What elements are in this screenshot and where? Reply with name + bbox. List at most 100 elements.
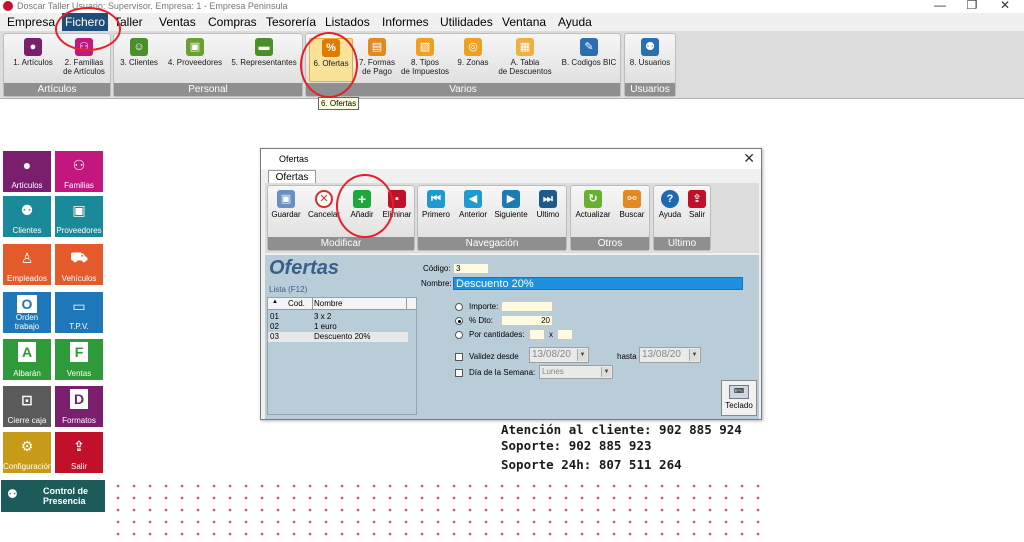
codigo-field[interactable]: 3	[453, 263, 489, 274]
pos-monitor-icon: ▭	[72, 297, 86, 314]
importe-field[interactable]	[501, 301, 553, 312]
buscar-button[interactable]: ⚯ Buscar	[615, 190, 649, 219]
zonas-button[interactable]: ◎ 9. Zonas	[454, 38, 492, 67]
list-item[interactable]: 01 3 x 2	[268, 312, 408, 322]
app-logo-icon	[3, 1, 13, 11]
tile-configuracion[interactable]: ⚙ Configuración	[3, 432, 52, 473]
presencia-label: Control de Presencia	[43, 486, 88, 506]
group-label-articulos: Artículos	[4, 83, 110, 96]
close-window-button[interactable]: ✕	[995, 0, 1015, 12]
menu-tesoreria[interactable]: Tesorería	[266, 15, 316, 29]
minimize-button[interactable]: —	[930, 0, 950, 12]
dialog-close-button[interactable]: ✕	[743, 150, 755, 167]
primero-button[interactable]: ⏮ Primero	[420, 190, 452, 219]
group-label-navegacion: Navegación	[418, 237, 566, 250]
help-icon: ?	[661, 190, 679, 208]
nombre-label: Nombre:	[421, 279, 452, 288]
menu-compras[interactable]: Compras	[208, 15, 257, 29]
validez-desde-picker[interactable]: 13/08/20 ▼	[529, 347, 589, 363]
importe-label: Importe:	[469, 302, 499, 311]
representantes-button[interactable]: ▬ 5. Representantes	[228, 38, 300, 67]
last-icon: ⏭	[539, 190, 557, 208]
proveedores-icon: ▣	[186, 38, 204, 56]
chevron-down-icon[interactable]: ▼	[601, 367, 611, 377]
tile-ventas[interactable]: F Ventas	[55, 339, 103, 380]
annotation-circle-fichero	[55, 7, 121, 51]
formas-pago-button[interactable]: ▤ 7. Formas de Pago	[356, 38, 398, 76]
tile-cierre-caja[interactable]: ⊡ Cierre caja	[3, 386, 51, 427]
worker-icon: ♙	[20, 249, 34, 266]
list-header: ▲ Cod. Nombre	[268, 298, 416, 310]
validez-hasta-picker[interactable]: 13/08/20 ▼	[639, 347, 701, 363]
cantidades-field-1[interactable]	[529, 329, 545, 340]
validez-checkbox[interactable]	[455, 353, 463, 361]
proveedores-button[interactable]: ▣ 4. Proveedores	[164, 38, 226, 67]
menu-informes[interactable]: Informes	[382, 15, 429, 29]
zones-icon: ◎	[464, 38, 482, 56]
tab-ofertas[interactable]: Ofertas	[268, 170, 316, 184]
keyboard-icon: ⌨	[729, 385, 749, 399]
chevron-down-icon[interactable]: ▼	[689, 349, 699, 361]
dto-radio[interactable]	[455, 317, 463, 325]
siguiente-button[interactable]: ▶ Siguiente	[492, 190, 530, 219]
tile-albaran[interactable]: A Albarán	[3, 339, 51, 380]
articulos-tile-icon: ●	[22, 157, 32, 173]
usuarios-button[interactable]: ⚉ 8. Usuarios	[627, 38, 673, 67]
hasta-label: hasta	[617, 352, 637, 361]
actualizar-button[interactable]: ↻ Actualizar	[573, 190, 613, 219]
ayuda-button[interactable]: ? Ayuda	[656, 190, 684, 219]
articulos-button[interactable]: ● 1. Artículos	[8, 38, 58, 67]
cantidades-radio[interactable]	[455, 331, 463, 339]
restore-button[interactable]: ❐	[962, 0, 982, 12]
lista-label: Lista (F12)	[269, 285, 308, 294]
guardar-button[interactable]: ▣ Guardar	[270, 190, 302, 219]
tile-proveedores[interactable]: ▣ Proveedores	[55, 196, 103, 237]
teclado-button[interactable]: ⌨ Teclado	[721, 380, 757, 416]
tile-empleados[interactable]: ♙ Empleados	[3, 244, 51, 285]
anterior-button[interactable]: ◀ Anterior	[456, 190, 490, 219]
tabla-descuentos-button[interactable]: ▦ A. Tabla de Descuentos	[494, 38, 556, 76]
first-icon: ⏮	[427, 190, 445, 208]
menu-empresa[interactable]: Empresa	[7, 15, 55, 29]
tile-vehiculos[interactable]: ⛟ Vehículos	[55, 244, 103, 285]
menu-ventas[interactable]: Ventas	[159, 15, 196, 29]
tile-orden-trabajo[interactable]: O Orden trabajo	[3, 292, 51, 333]
ultimo-button[interactable]: ⏭ Ultimo	[532, 190, 564, 219]
next-icon: ▶	[502, 190, 520, 208]
column-nombre[interactable]: Nombre	[314, 299, 342, 308]
table-icon: ▦	[516, 38, 534, 56]
list-item[interactable]: 02 1 euro	[268, 322, 408, 332]
cantidades-field-2[interactable]	[557, 329, 573, 340]
tile-clientes[interactable]: ⚉ Clientes	[3, 196, 51, 237]
menu-listados[interactable]: Listados	[325, 15, 370, 29]
nombre-field[interactable]: Descuento 20%	[453, 277, 743, 290]
wrench-icon: ✎	[580, 38, 598, 56]
codigos-bic-button[interactable]: ✎ B. Codigos BIC	[558, 38, 620, 67]
tipos-impuestos-button[interactable]: ▧ 8. Tipos de Impuestos	[398, 38, 452, 76]
tile-articulos[interactable]: ● Artículos	[3, 151, 51, 192]
car-icon: ⛟	[70, 248, 88, 265]
menu-utilidades[interactable]: Utilidades	[440, 15, 493, 29]
list-item-selected[interactable]: 03 Descuento 20%	[268, 332, 408, 342]
tile-formatos[interactable]: D Formatos	[55, 386, 103, 427]
menu-ventana[interactable]: Ventana	[502, 15, 546, 29]
dia-semana-select[interactable]: Lunes ▼	[539, 365, 613, 379]
tile-tpv[interactable]: ▭ T.P.V.	[55, 292, 103, 333]
control-presencia-button[interactable]: ⚉ Control de Presencia	[1, 480, 105, 512]
ofertas-list[interactable]: ▲ Cod. Nombre 01 3 x 2 02 1 euro 03 Desc…	[267, 297, 417, 415]
clientes-button[interactable]: ☺ 3. Clientes	[116, 38, 162, 67]
clientes-tile-icon: ⚉	[20, 201, 34, 218]
importe-radio[interactable]	[455, 303, 463, 311]
refresh-icon: ↻	[584, 190, 602, 208]
salir-button[interactable]: ⇪ Salir	[684, 190, 710, 219]
dia-semana-checkbox[interactable]	[455, 369, 463, 377]
tile-salir[interactable]: ⇪ Salir	[55, 432, 103, 473]
ventas-icon: F	[70, 342, 88, 362]
sort-arrow-icon[interactable]: ▲	[272, 299, 278, 305]
tile-familias[interactable]: ⚇ Familias	[55, 151, 103, 192]
dto-field[interactable]: 20	[501, 315, 553, 326]
chevron-down-icon[interactable]: ▼	[577, 349, 587, 361]
menu-ayuda[interactable]: Ayuda	[558, 15, 592, 29]
column-cod[interactable]: Cod.	[288, 299, 305, 308]
ofertas-dialog: Ofertas ✕ Ofertas ▣ Guardar ✕ Cancelar +…	[260, 148, 762, 420]
